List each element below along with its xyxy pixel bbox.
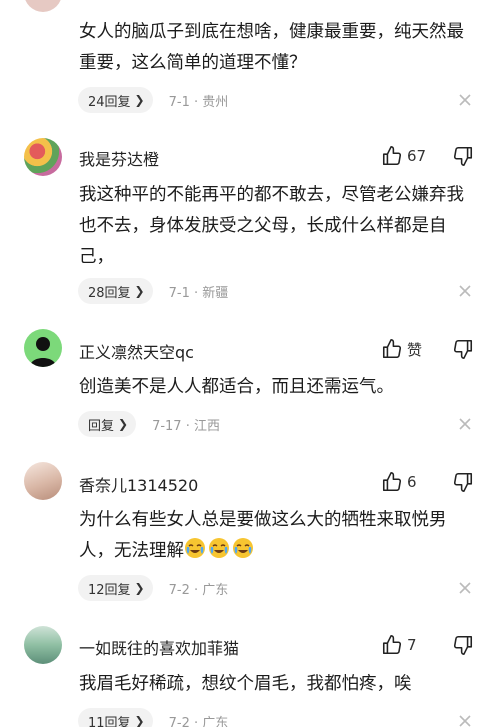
close-icon[interactable] [458,417,472,431]
like-button[interactable]: 赞 [381,338,422,360]
comment-body: 为什么有些女人总是要做这么大的牺牲来取悦男人，无法理解 [79,510,447,561]
thumbs-down-icon[interactable] [452,471,474,493]
username[interactable]: 一如既往的喜欢加菲猫 [79,635,239,659]
username[interactable]: 香奈儿1314520 [79,472,198,496]
comment-date-location: 7-1 · 贵州 [168,94,229,110]
like-count: 67 [407,147,427,165]
avatar[interactable] [24,626,62,664]
chevron-right-icon: ❯ [134,581,145,595]
reply-button[interactable]: 28回复 ❯ [78,278,153,304]
reply-button[interactable]: 11回复 ❯ [78,708,153,727]
like-count: 6 [407,473,417,491]
comment-date-location: 7-1 · 新疆 [168,285,229,301]
thumbs-down-icon[interactable] [452,338,474,360]
close-icon[interactable] [458,714,472,727]
like-button[interactable]: 7 [381,634,417,656]
avatar[interactable] [24,0,62,12]
crying-laughing-emoji [184,538,256,561]
username[interactable]: 我是芬达橙 [79,146,159,170]
comment-body: 创造美不是人人都适合，而且还需运气。 [79,377,394,397]
like-button[interactable]: 67 [381,145,426,167]
avatar[interactable] [24,462,62,500]
reply-button[interactable]: 回复 ❯ [78,411,137,437]
close-icon[interactable] [458,93,472,107]
chevron-right-icon: ❯ [134,714,145,727]
comment-date-location: 7-2 · 广东 [168,715,229,727]
comment-date-location: 7-17 · 江西 [152,418,220,434]
chevron-right-icon: ❯ [118,417,129,431]
comment-date-location: 7-2 · 广东 [168,582,229,598]
chevron-right-icon: ❯ [134,93,145,107]
thumbs-down-icon[interactable] [452,145,474,167]
thumbs-up-icon [382,146,402,166]
thumbs-up-icon [382,472,402,492]
thumbs-up-icon [382,635,402,655]
comment-body: 我眉毛好稀疏，想纹个眉毛，我都怕疼，唉 [79,674,412,694]
username[interactable]: 正义凛然天空qc [79,339,194,363]
close-icon[interactable] [458,581,472,595]
like-button[interactable]: 6 [381,471,417,493]
reply-button[interactable]: 12回复 ❯ [78,575,153,601]
comment-body: 女人的脑瓜子到底在想啥，健康最重要，纯天然最重要，这么简单的道理不懂？ [79,22,464,73]
thumbs-down-icon[interactable] [452,634,474,656]
avatar[interactable] [24,138,62,176]
default-avatar-icon [30,337,56,367]
chevron-right-icon: ❯ [134,284,145,298]
like-count: 7 [407,636,417,654]
avatar[interactable] [24,329,62,367]
like-count: 赞 [407,340,423,359]
thumbs-up-icon [382,339,402,359]
comment-body: 我这种平的不能再平的都不敢去，尽管老公嫌弃我也不去，身体发肤受之父母，长成什么样… [79,185,464,267]
close-icon[interactable] [458,284,472,298]
reply-button[interactable]: 24回复 ❯ [78,87,153,113]
